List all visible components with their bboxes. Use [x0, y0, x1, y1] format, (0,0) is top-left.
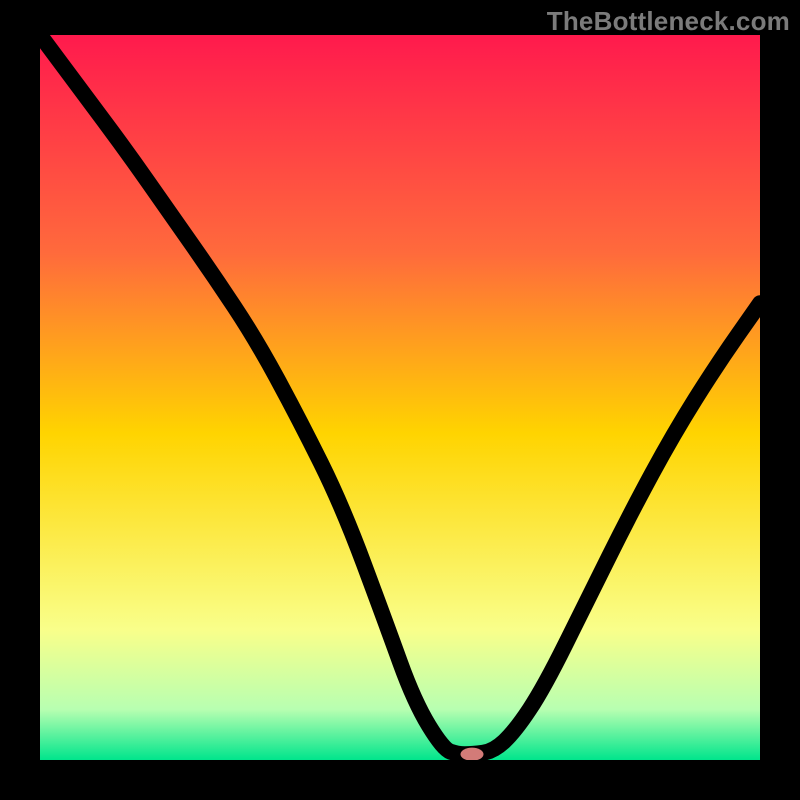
bottleneck-plot — [40, 35, 760, 760]
plot-area — [40, 35, 760, 760]
chart-frame: TheBottleneck.com — [0, 0, 800, 800]
watermark-text: TheBottleneck.com — [547, 6, 790, 37]
